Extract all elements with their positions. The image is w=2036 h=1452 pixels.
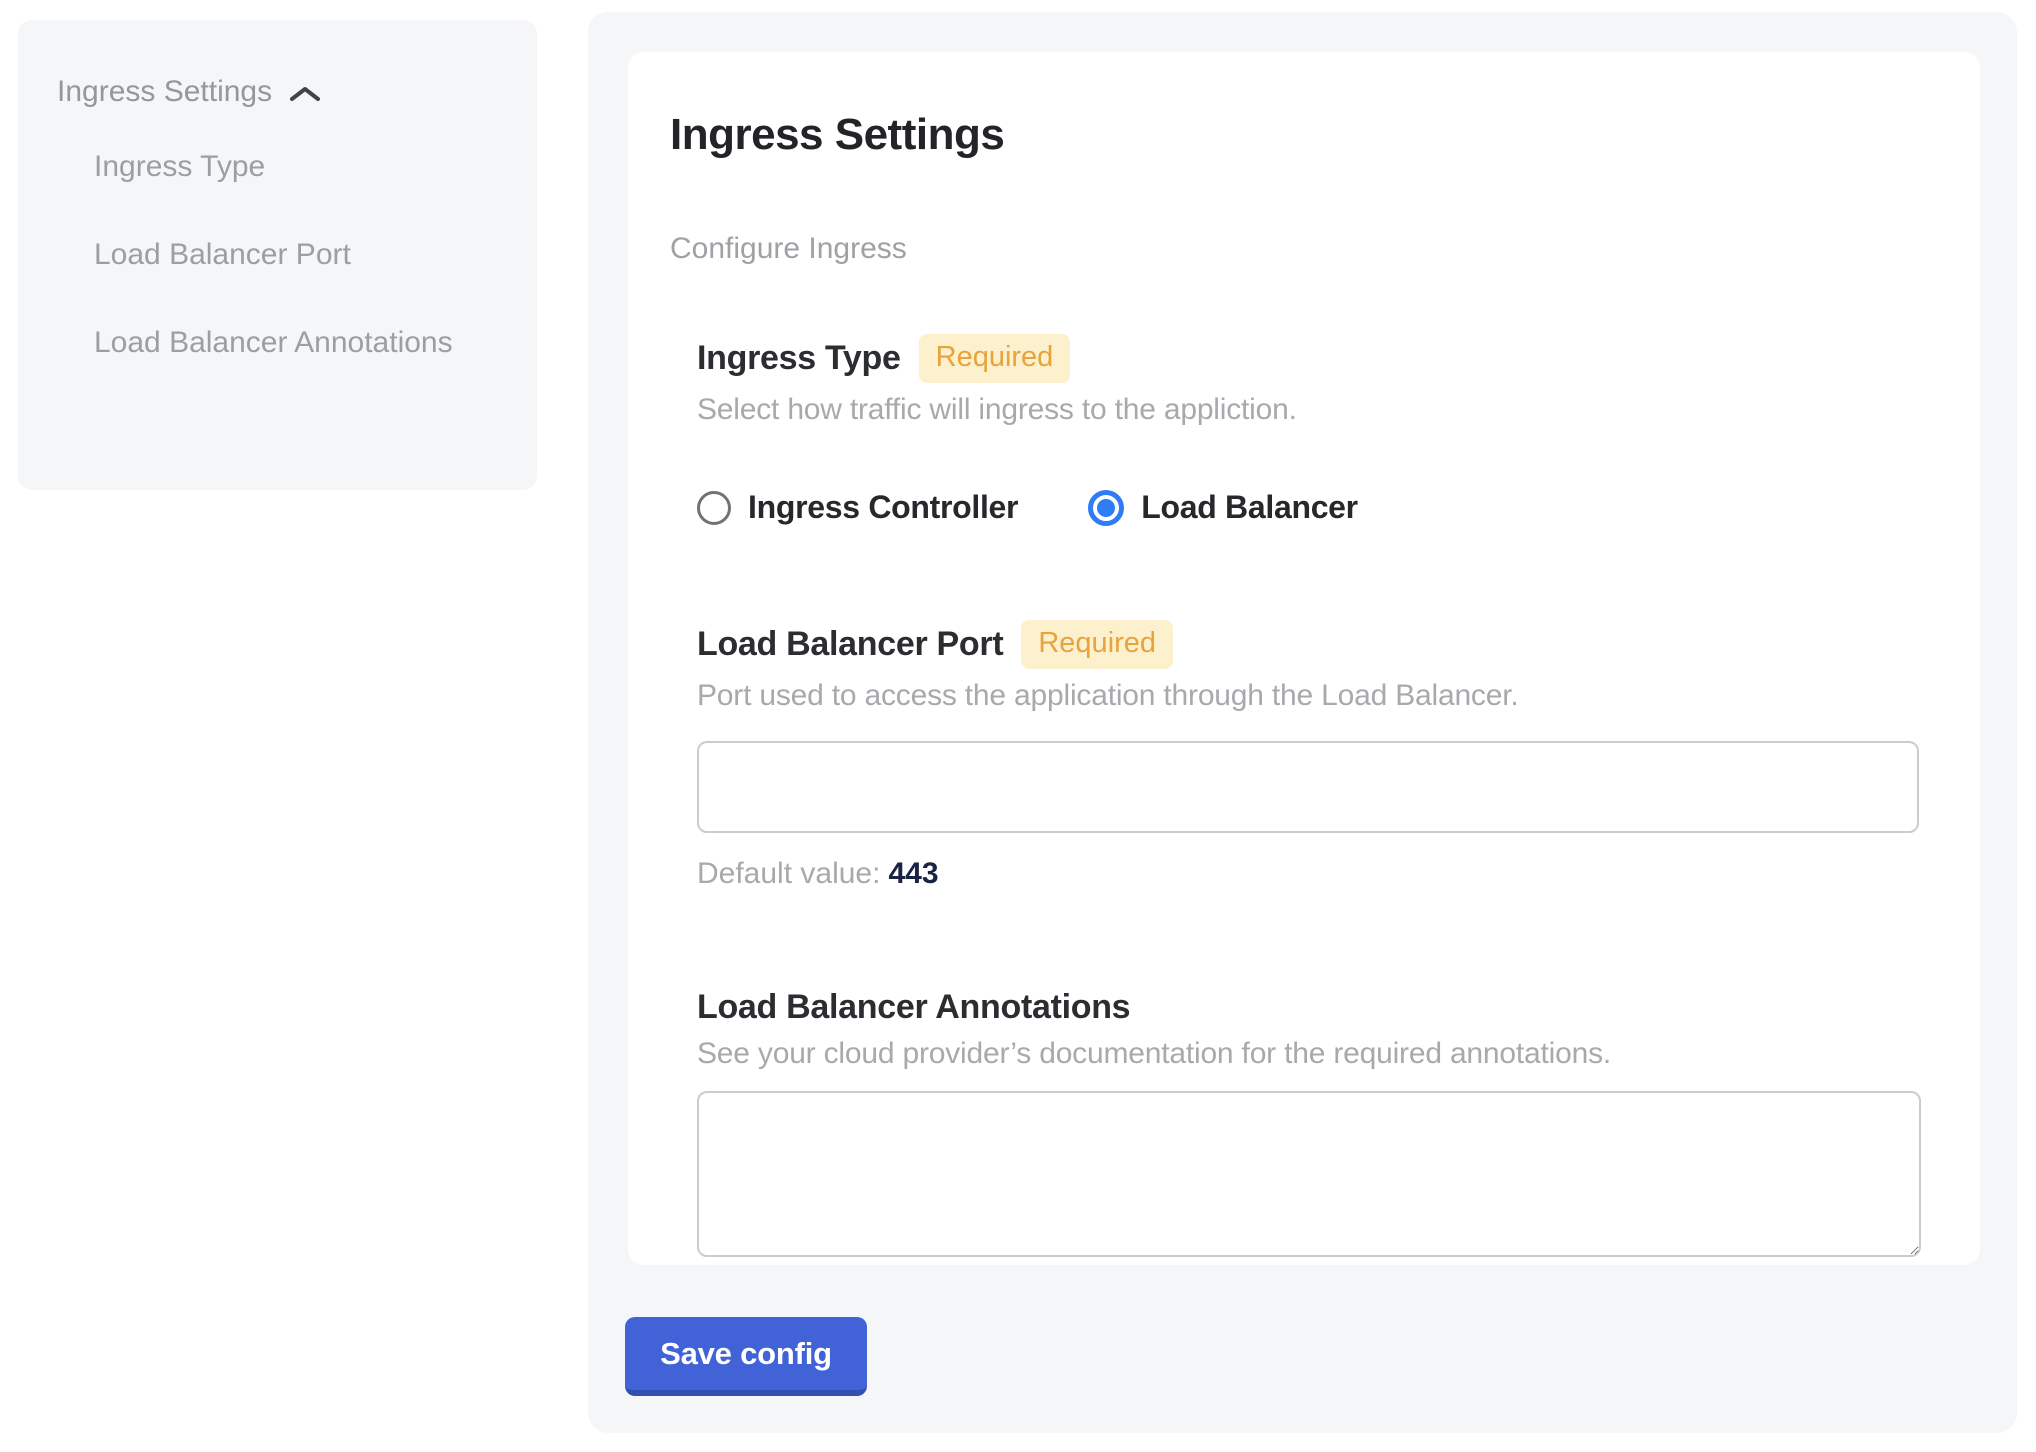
radio-label-ingress-controller: Ingress Controller [748,489,1018,526]
section-ingress-type: Ingress Type Required Select how traffic… [697,334,1358,526]
load-balancer-port-input[interactable] [697,741,1919,833]
default-value-row: Default value:443 [697,857,1919,891]
load-balancer-annotations-label: Load Balancer Annotations [697,988,1130,1027]
radio-option-load-balancer[interactable]: Load Balancer [1088,489,1358,526]
load-balancer-port-label: Load Balancer Port [697,625,1003,664]
ingress-settings-card: Ingress Settings Configure Ingress Ingre… [628,52,1980,1265]
sidebar-group-label: Ingress Settings [57,72,272,112]
ingress-type-label: Ingress Type [697,339,901,378]
chevron-up-icon [288,83,322,105]
required-badge: Required [919,334,1071,383]
load-balancer-annotations-description: See your cloud provider’s documentation … [697,1037,1921,1071]
default-value-number: 443 [888,857,938,890]
ingress-type-radio-group: Ingress Controller Load Balancer [697,489,1358,526]
load-balancer-annotations-textarea[interactable] [697,1091,1921,1257]
section-load-balancer-port: Load Balancer Port Required Port used to… [697,620,1919,891]
default-value-label: Default value: [697,857,880,890]
ingress-type-description: Select how traffic will ingress to the a… [697,393,1358,427]
section-load-balancer-annotations: Load Balancer Annotations See your cloud… [697,988,1921,1257]
load-balancer-port-description: Port used to access the application thro… [697,679,1919,713]
radio-selected-icon[interactable] [1088,490,1124,526]
save-config-button[interactable]: Save config [625,1317,867,1396]
radio-unselected-icon[interactable] [697,491,731,525]
page-title: Ingress Settings [670,110,1004,160]
sidebar-group-ingress-settings[interactable]: Ingress Settings [57,72,322,112]
radio-option-ingress-controller[interactable]: Ingress Controller [697,489,1018,526]
sidebar-item-load-balancer-port[interactable]: Load Balancer Port [94,226,454,283]
radio-label-load-balancer: Load Balancer [1141,489,1358,526]
sidebar-item-load-balancer-annotations[interactable]: Load Balancer Annotations [94,314,454,371]
config-nav-sidebar: Ingress Settings Ingress Type Load Balan… [18,20,537,490]
sidebar-item-list: Ingress Type Load Balancer Port Load Bal… [57,138,507,371]
required-badge: Required [1021,620,1173,669]
page-subtitle: Configure Ingress [670,232,907,266]
sidebar-item-ingress-type[interactable]: Ingress Type [94,138,454,195]
